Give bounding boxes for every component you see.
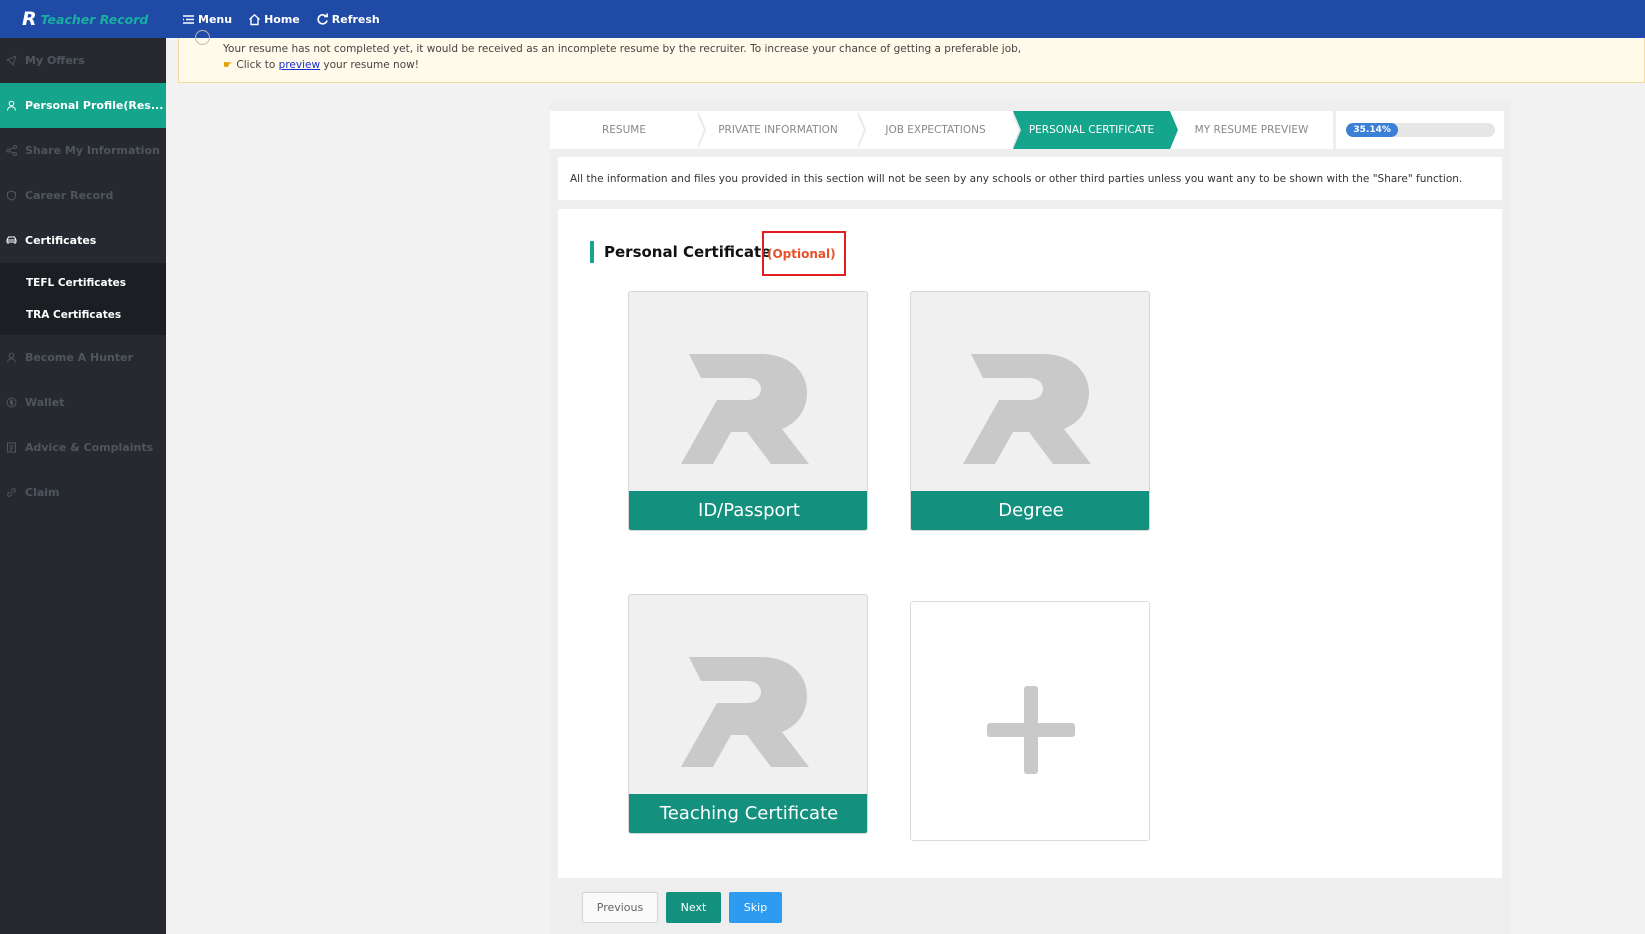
- card-label: Degree: [911, 491, 1149, 530]
- preview-link[interactable]: preview: [279, 59, 320, 71]
- share-icon: [6, 145, 17, 156]
- sidebar-item-label: Career Record: [25, 189, 114, 202]
- notice-suffix: your resume now!: [323, 59, 419, 71]
- certificates-submenu: TEFL Certificates TRA Certificates: [0, 263, 166, 335]
- step-job-expectations[interactable]: JOB EXPECTATIONS: [858, 111, 1021, 149]
- sidebar-item-label: Claim: [25, 486, 60, 499]
- step-my-resume-preview[interactable]: MY RESUME PREVIEW: [1170, 111, 1333, 149]
- sidebar-item-label: Advice & Complaints: [25, 441, 154, 454]
- step-label: RESUME: [602, 124, 646, 136]
- certificate-section: Personal Certificate (Optional) ID/Passp…: [558, 209, 1502, 878]
- menu-button[interactable]: Menu: [182, 13, 232, 26]
- shield-icon: [7, 190, 16, 201]
- step-wizard: RESUME PRIVATE INFORMATION JOB EXPECTATI…: [550, 111, 1333, 149]
- send-icon: [6, 55, 17, 66]
- card-label: ID/Passport: [629, 491, 867, 530]
- sidebar-subitem-tra-certificates[interactable]: TRA Certificates: [0, 299, 166, 331]
- sidebar-item-career-record[interactable]: Career Record: [0, 173, 166, 218]
- step-label: PERSONAL CERTIFICATE: [1028, 124, 1155, 136]
- sidebar-item-wallet[interactable]: Wallet: [0, 380, 166, 425]
- section-title: Personal Certificate: [590, 241, 771, 263]
- dollar-icon: [6, 397, 17, 408]
- notice-line-2: ☛ Click to preview your resume now!: [223, 57, 1644, 73]
- card-teaching-certificate[interactable]: Teaching Certificate: [628, 594, 868, 834]
- sidebar-subitem-tefl-certificates[interactable]: TEFL Certificates: [0, 267, 166, 299]
- resume-incomplete-notice: Your resume has not completed yet, it wo…: [178, 30, 1645, 83]
- car-icon: [6, 236, 17, 244]
- r-logo-icon: [681, 354, 809, 464]
- sidebar-item-label: My Offers: [25, 54, 85, 67]
- home-icon: [249, 13, 261, 25]
- step-label: PRIVATE INFORMATION: [718, 124, 838, 136]
- progress-bar: 35.14%: [1346, 123, 1399, 137]
- top-nav: Menu Home Refresh: [166, 13, 380, 26]
- brand-logo: R: [22, 8, 37, 30]
- sidebar-item-label: Wallet: [25, 396, 65, 409]
- sidebar-item-share-my-information[interactable]: Share My Information: [0, 128, 166, 173]
- section-title-text: Personal Certificate: [604, 243, 772, 261]
- person-icon: [7, 352, 16, 363]
- step-private-information[interactable]: PRIVATE INFORMATION: [698, 111, 866, 149]
- next-button[interactable]: Next: [666, 892, 721, 923]
- progress-track: 35.14%: [1346, 123, 1495, 137]
- document-icon: [7, 442, 16, 453]
- refresh-icon: [317, 13, 328, 25]
- sidebar-item-claim[interactable]: Claim: [0, 470, 166, 515]
- progress-container: 35.14%: [1336, 111, 1504, 149]
- sidebar-item-label: Certificates: [25, 234, 97, 247]
- sidebar-item-label: Share My Information: [25, 144, 160, 157]
- sidebar-item-advice-complaints[interactable]: Advice & Complaints: [0, 425, 166, 470]
- add-certificate-button[interactable]: [910, 601, 1150, 841]
- sidebar-item-label: Become A Hunter: [25, 351, 134, 364]
- refresh-label: Refresh: [331, 12, 380, 26]
- sidebar-item-label: Personal Profile(Res...: [25, 99, 164, 112]
- r-logo-icon: [681, 657, 809, 767]
- privacy-info-bar: All the information and files you provid…: [558, 157, 1502, 200]
- main-panel: RESUME PRIVATE INFORMATION JOB EXPECTATI…: [550, 101, 1510, 934]
- top-bar: R Teacher Record Menu Home Refresh: [0, 0, 1645, 38]
- info-icon: [195, 30, 210, 45]
- sidebar-item-personal-profile[interactable]: Personal Profile(Res...: [0, 83, 166, 128]
- progress-label: 35.14%: [1353, 125, 1391, 135]
- step-personal-certificate[interactable]: PERSONAL CERTIFICATE: [1013, 111, 1178, 149]
- card-label: Teaching Certificate: [629, 794, 867, 833]
- pointing-hand-icon: ☛: [223, 59, 233, 71]
- previous-button[interactable]: Previous: [582, 892, 658, 923]
- brand[interactable]: R Teacher Record: [0, 0, 166, 38]
- sidebar-item-become-a-hunter[interactable]: Become A Hunter: [0, 335, 166, 380]
- sidebar-item-my-offers[interactable]: My Offers: [0, 38, 166, 83]
- step-label: JOB EXPECTATIONS: [885, 124, 986, 136]
- home-button[interactable]: Home: [248, 13, 300, 26]
- home-label: Home: [264, 12, 300, 26]
- step-resume[interactable]: RESUME: [550, 111, 706, 149]
- menu-label: Menu: [198, 12, 233, 26]
- card-degree[interactable]: Degree: [910, 291, 1150, 531]
- link-icon: [7, 488, 16, 497]
- sidebar-item-certificates[interactable]: Certificates: [0, 218, 166, 263]
- plus-icon: [987, 686, 1075, 774]
- brand-name: Teacher Record: [40, 11, 149, 27]
- step-label: MY RESUME PREVIEW: [1194, 124, 1309, 136]
- title-accent-bar: [590, 241, 594, 263]
- card-id-passport[interactable]: ID/Passport: [628, 291, 868, 531]
- optional-label: (Optional): [767, 246, 836, 261]
- sidebar: My Offers Personal Profile(Res... Share …: [0, 38, 166, 934]
- user-icon: [7, 100, 16, 111]
- menu-icon: [183, 14, 194, 24]
- optional-highlight-box: (Optional): [762, 231, 846, 276]
- skip-button[interactable]: Skip: [729, 892, 782, 923]
- r-logo-icon: [963, 354, 1091, 464]
- notice-line-1: Your resume has not completed yet, it wo…: [223, 43, 1022, 55]
- refresh-button[interactable]: Refresh: [316, 13, 380, 26]
- notice-prefix: Click to: [236, 59, 276, 71]
